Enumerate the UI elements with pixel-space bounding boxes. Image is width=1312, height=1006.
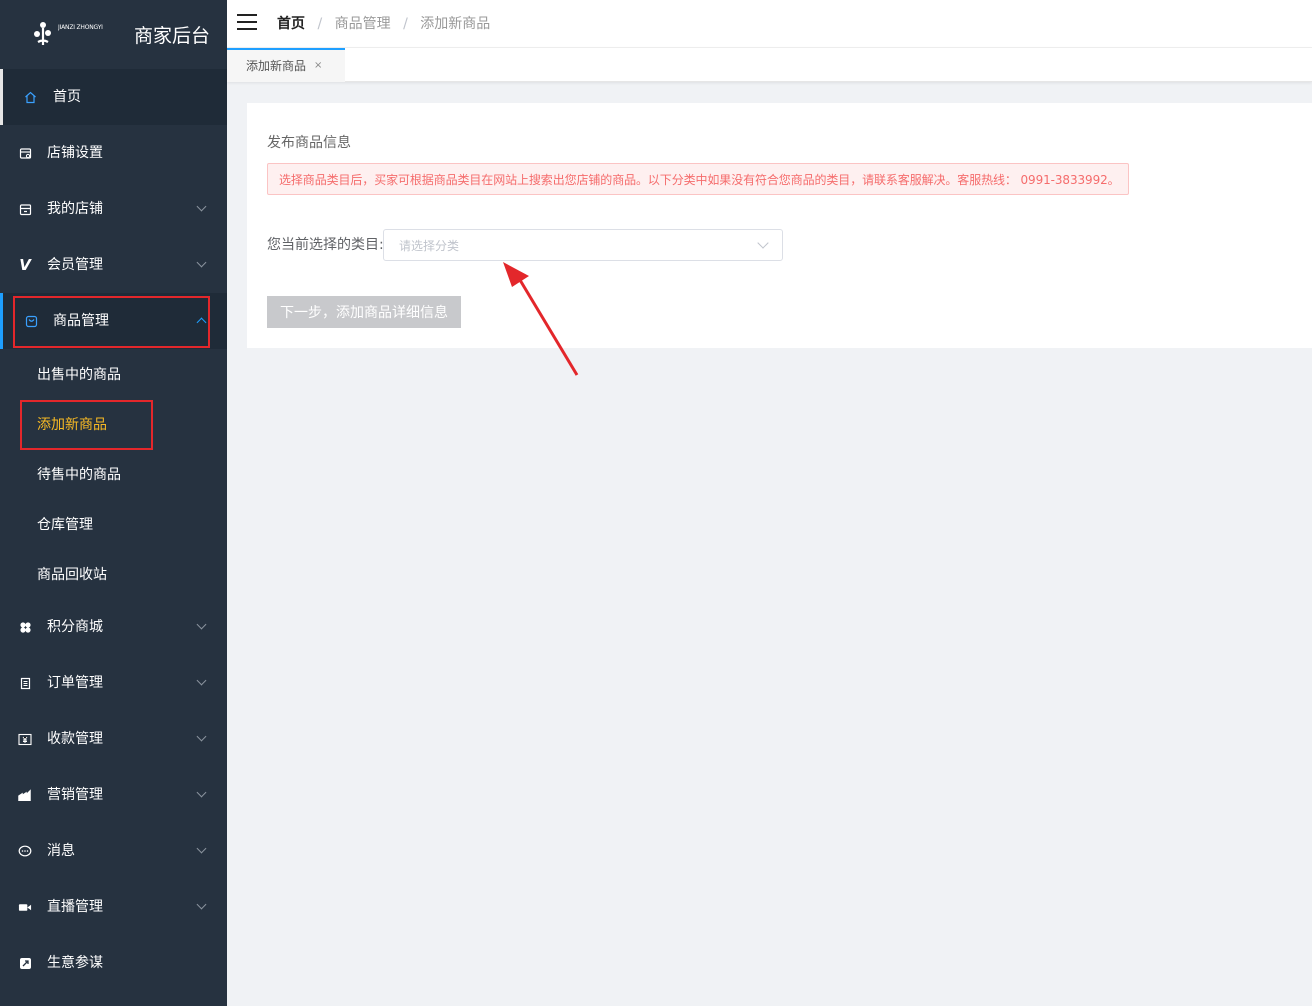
vip-icon: V [19, 256, 31, 274]
sidebar-item-products[interactable]: 商品管理 [0, 293, 227, 349]
next-step-button[interactable]: 下一步，添加商品详细信息 [267, 296, 461, 328]
sidebar-subitem-label: 仓库管理 [37, 517, 93, 533]
section-title: 发布商品信息 [267, 135, 351, 151]
sidebar-subitem-label: 出售中的商品 [37, 367, 121, 383]
chevron-down-icon [196, 675, 207, 686]
sidebar-item-members[interactable]: V 会员管理 [0, 237, 227, 293]
top-header: 首页 / 商品管理 / 添加新商品 [227, 0, 1312, 48]
sidebar-item-messages[interactable]: 消息 [0, 823, 227, 879]
publish-card: 发布商品信息 选择商品类目后，买家可根据商品类目在网站上搜索出您店铺的商品。以下… [247, 103, 1312, 348]
tab-add-product[interactable]: 添加新商品 × [227, 48, 345, 82]
tab-label: 添加新商品 [246, 59, 307, 73]
chevron-down-icon [196, 787, 207, 798]
sidebar-item-live[interactable]: 直播管理 [0, 879, 227, 935]
bag-icon [24, 313, 38, 329]
sidebar-item-label: 直播管理 [47, 899, 103, 915]
category-label: 您当前选择的类目: [267, 237, 384, 253]
category-select[interactable]: 请选择分类 [383, 229, 783, 261]
sidebar-subitem-label: 商品回收站 [37, 567, 107, 583]
marketing-icon [18, 787, 32, 803]
sidebar-item-label: 收款管理 [47, 731, 103, 747]
chevron-down-icon [196, 257, 207, 268]
chevron-down-icon [196, 619, 207, 630]
sidebar-item-label: 生意参谋 [47, 955, 103, 971]
video-icon [18, 899, 32, 915]
sidebar-item-label: 会员管理 [47, 257, 103, 273]
sidebar-subitem-add-product[interactable]: 添加新商品 [0, 400, 227, 450]
sidebar-item-label: 店铺设置 [47, 145, 103, 161]
sidebar-subitem-label: 待售中的商品 [37, 467, 121, 483]
message-icon [18, 843, 32, 859]
app-title: 商家后台 [134, 25, 211, 47]
notice-text: 选择商品类目后，买家可根据商品类目在网站上搜索出您店铺的商品。以下分类中如果没有… [279, 173, 1120, 187]
store-settings-icon [18, 145, 32, 161]
breadcrumb-separator: / [403, 16, 408, 32]
breadcrumb: 首页 / 商品管理 / 添加新商品 [277, 14, 490, 34]
tabs-bar: 添加新商品 × [227, 48, 1312, 82]
analytics-icon [18, 955, 32, 971]
logo-icon [34, 22, 51, 45]
menu-toggle-icon[interactable] [237, 14, 257, 30]
sidebar-item-payments[interactable]: 收款管理 [0, 711, 227, 767]
chevron-down-icon [196, 899, 207, 910]
breadcrumb-home[interactable]: 首页 [277, 16, 305, 32]
sidebar-subitem-recycle-bin[interactable]: 商品回收站 [0, 550, 227, 600]
sidebar-item-store-settings[interactable]: 店铺设置 [0, 125, 227, 181]
sidebar-item-marketing[interactable]: 营销管理 [0, 767, 227, 823]
home-icon [23, 89, 37, 105]
chevron-down-icon [757, 237, 769, 249]
sidebar-item-label: 消息 [47, 843, 75, 859]
sidebar-subitem-label: 添加新商品 [37, 417, 107, 433]
yuan-icon [18, 731, 32, 747]
sidebar-item-label: 营销管理 [47, 787, 103, 803]
points-icon [18, 619, 32, 635]
chevron-down-icon [196, 731, 207, 742]
sidebar-subitem-warehouse[interactable]: 仓库管理 [0, 500, 227, 550]
sidebar-item-analytics[interactable]: 生意参谋 [0, 935, 227, 991]
logo[interactable]: JIANZI ZHONGYI 商家后台 [0, 0, 227, 68]
sidebar-subitem-pending-sale[interactable]: 待售中的商品 [0, 450, 227, 500]
close-icon[interactable]: × [314, 59, 322, 73]
breadcrumb-products[interactable]: 商品管理 [335, 16, 391, 32]
chevron-up-icon [196, 317, 207, 328]
sidebar-item-points-mall[interactable]: 积分商城 [0, 599, 227, 655]
store-icon [18, 201, 32, 217]
chevron-down-icon [196, 843, 207, 854]
sidebar-item-label: 积分商城 [47, 619, 103, 635]
sidebar-item-orders[interactable]: 订单管理 [0, 655, 227, 711]
notice-alert: 选择商品类目后，买家可根据商品类目在网站上搜索出您店铺的商品。以下分类中如果没有… [267, 163, 1129, 195]
sidebar-subitem-on-sale[interactable]: 出售中的商品 [0, 350, 227, 400]
sidebar-item-label: 我的店铺 [47, 201, 103, 217]
logo-subtext: JIANZI ZHONGYI [58, 24, 103, 31]
breadcrumb-separator: / [317, 16, 323, 32]
sidebar-item-label: 商品管理 [53, 313, 109, 329]
sidebar-item-my-store[interactable]: 我的店铺 [0, 181, 227, 237]
sidebar-item-home[interactable]: 首页 [0, 69, 227, 125]
sidebar-item-label: 首页 [53, 89, 81, 105]
category-placeholder: 请选择分类 [399, 239, 460, 253]
sidebar: JIANZI ZHONGYI 商家后台 首页 店铺设置 我的店铺 V 会员管理 … [0, 0, 227, 1006]
breadcrumb-current: 添加新商品 [420, 16, 491, 32]
chevron-down-icon [196, 201, 207, 212]
order-icon [18, 675, 32, 691]
sidebar-item-label: 订单管理 [47, 675, 103, 691]
